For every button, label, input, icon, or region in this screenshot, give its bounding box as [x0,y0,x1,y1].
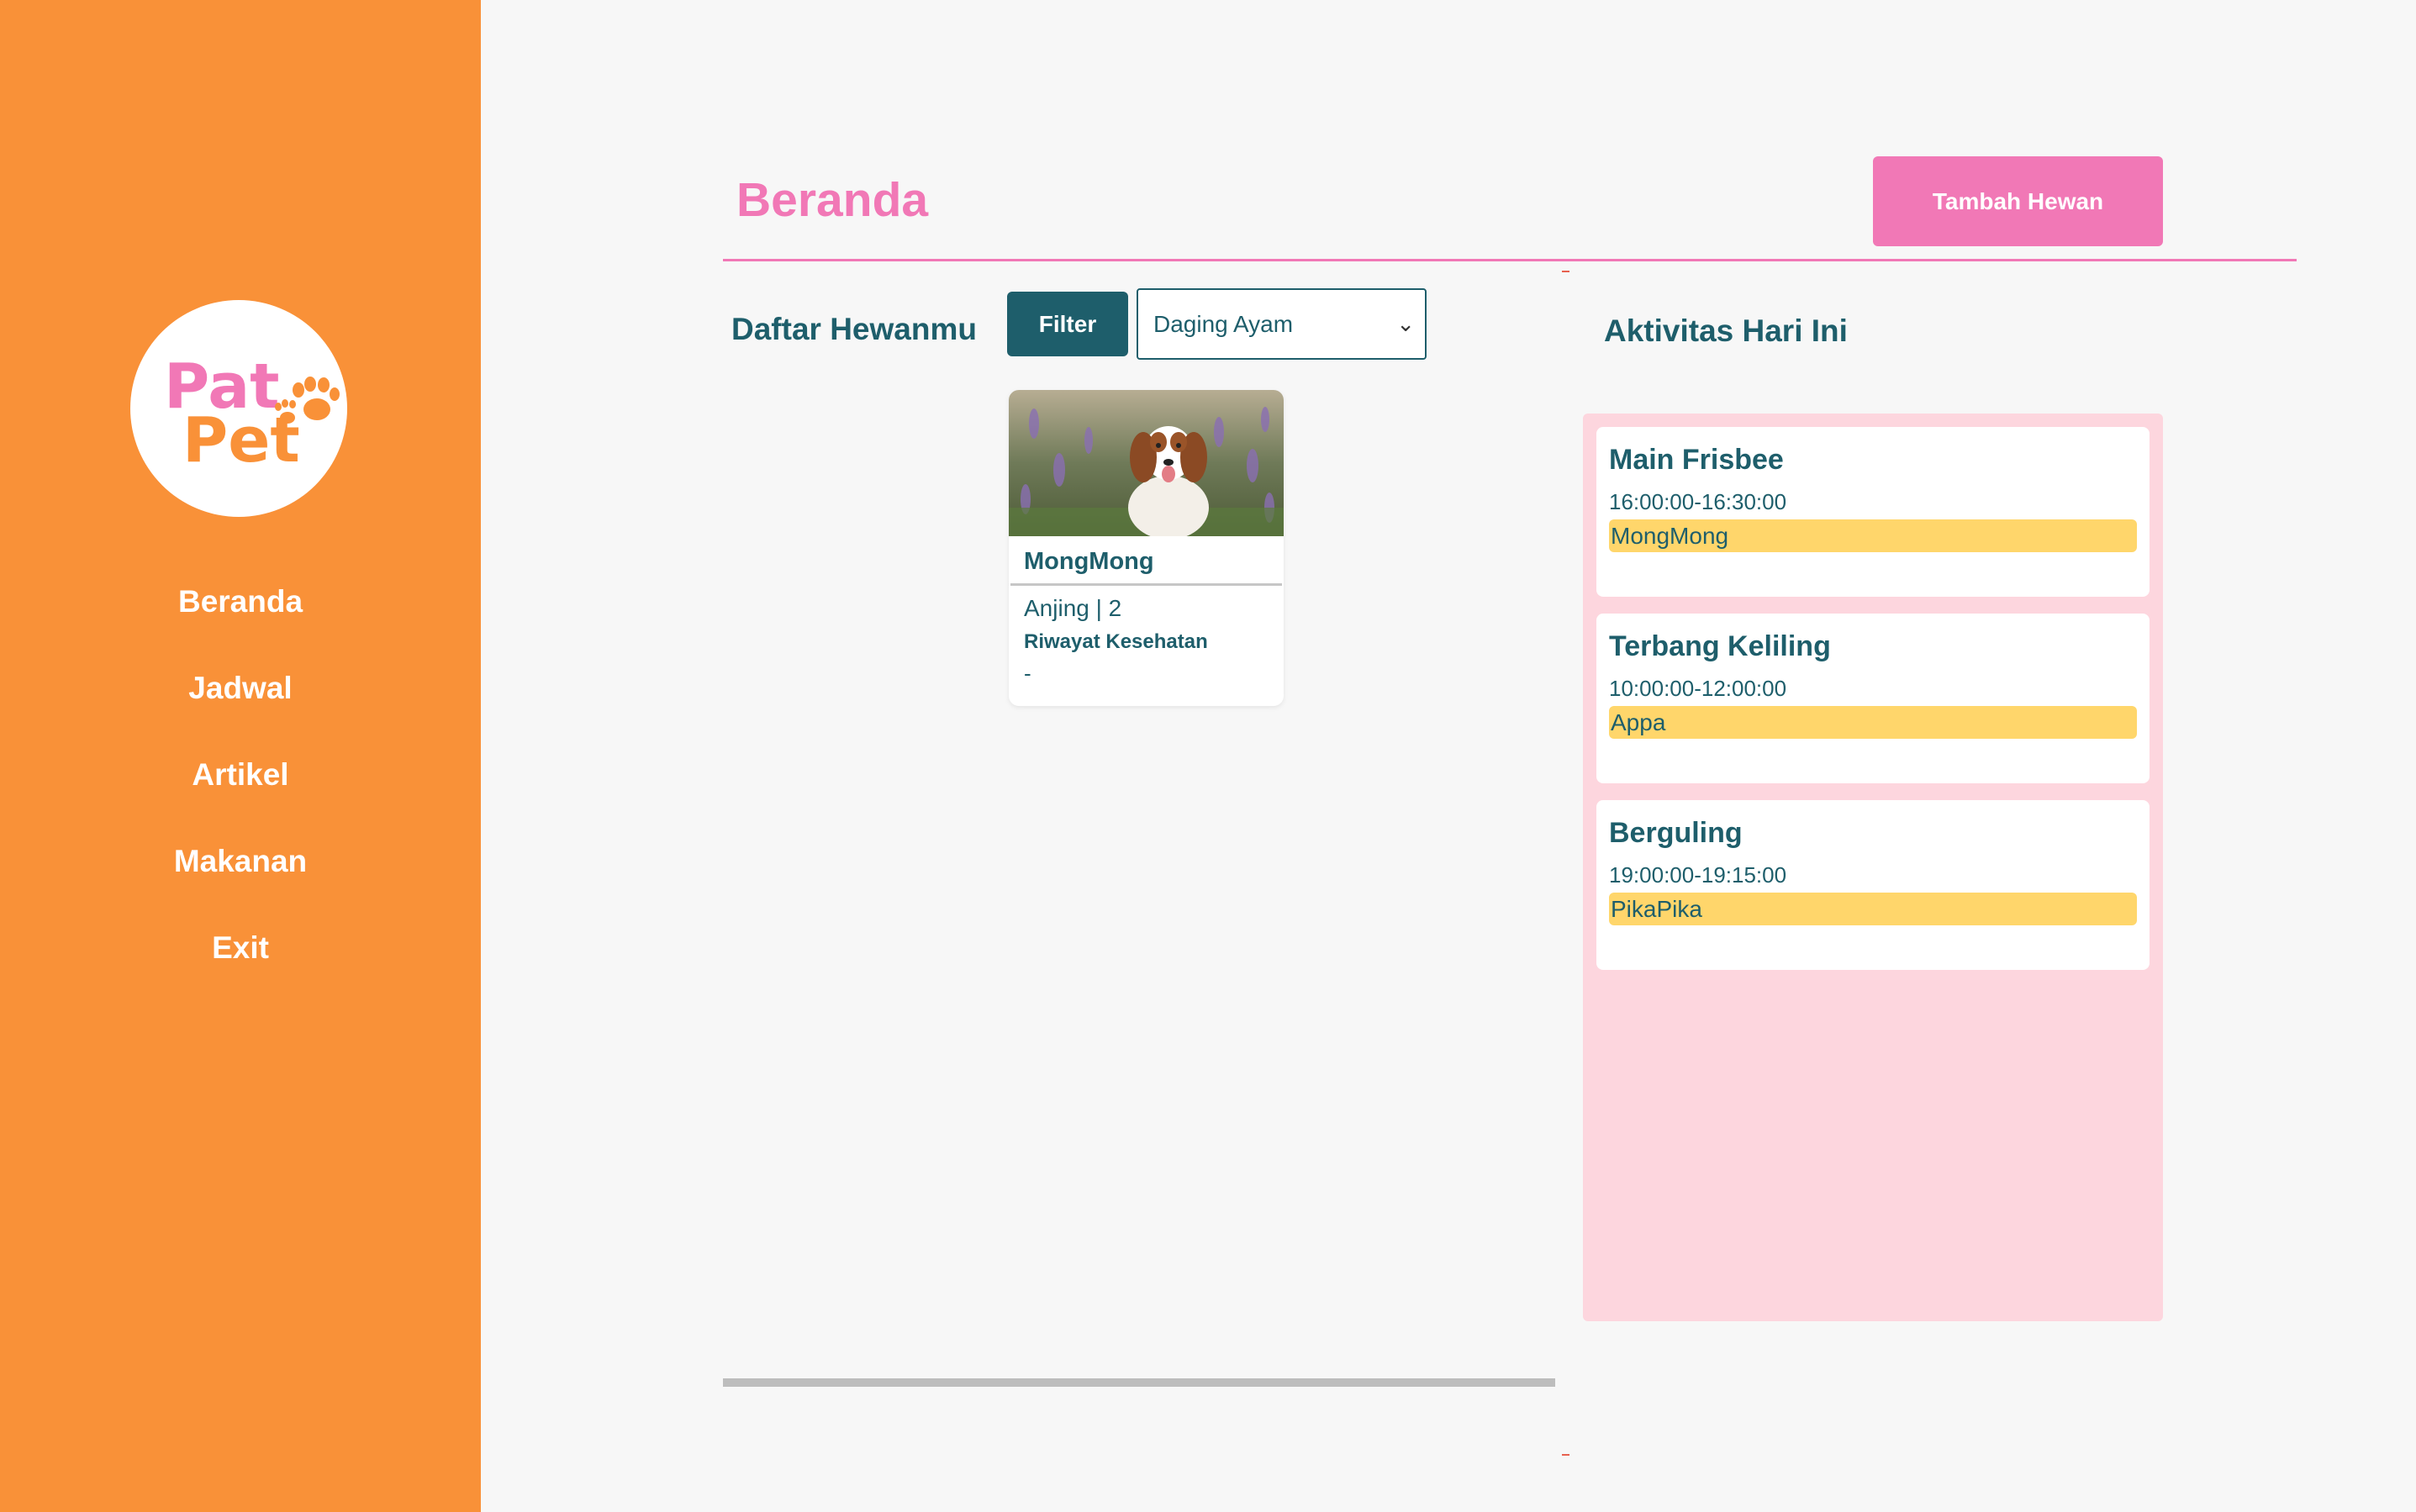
pet-list-title: Daftar Hewanmu [731,312,977,346]
activity-pet-tag: PikaPika [1609,893,2137,925]
add-pet-button[interactable]: Tambah Hewan [1873,156,2163,246]
patpet-logo[interactable]: Pat Pet [130,300,347,517]
pet-card-divider [1010,583,1282,586]
pet-card[interactable]: MongMong Anjing | 2 Riwayat Kesehatan - [1009,390,1284,706]
activity-pet-tag: MongMong [1609,519,2137,552]
activity-time: 10:00:00-12:00:00 [1609,676,1787,701]
header-divider [723,259,2297,261]
activity-card[interactable]: Terbang Keliling 10:00:00-12:00:00 Appa [1596,614,2150,783]
activity-name: Main Frisbee [1609,444,1784,476]
sidebar-item-beranda[interactable]: Beranda [0,572,481,658]
select-value: Daging Ayam [1153,311,1294,337]
activities-title: Aktivitas Hari Ini [1604,313,1848,348]
pet-photo [1009,390,1284,536]
sidebar-item-jadwal[interactable]: Jadwal [0,658,481,745]
activity-panel: Main Frisbee 16:00:00-16:30:00 MongMong … [1583,414,2163,1321]
food-filter-select[interactable]: Daging Ayam ⌄ [1137,288,1427,360]
sidebar-item-makanan[interactable]: Makanan [0,831,481,918]
divider-mark [1562,1454,1569,1456]
activity-time: 16:00:00-16:30:00 [1609,489,1787,514]
divider-mark [1562,271,1569,272]
horizontal-scrollbar[interactable] [723,1378,1555,1387]
pet-name: MongMong [1024,548,1154,575]
activity-name: Berguling [1609,817,1743,849]
sidebar-item-exit[interactable]: Exit [0,918,481,1004]
pet-health-value: - [1024,661,1031,686]
dog-figure [1128,426,1209,536]
sidebar-item-artikel[interactable]: Artikel [0,745,481,831]
filter-button[interactable]: Filter [1007,292,1128,356]
logo-graphic: Pat Pet [164,350,340,477]
activity-card[interactable]: Main Frisbee 16:00:00-16:30:00 MongMong [1596,427,2150,597]
activity-name: Terbang Keliling [1609,630,1831,662]
sidebar: Pat Pet Beranda Jadwal Artikel Makanan E… [0,0,481,1512]
pet-health-label: Riwayat Kesehatan [1024,630,1208,653]
activity-time: 19:00:00-19:15:00 [1609,862,1787,888]
pet-type-age: Anjing | 2 [1024,595,1122,621]
page-title: Beranda [736,173,929,227]
chevron-down-icon: ⌄ [1396,311,1415,336]
sidebar-nav: Beranda Jadwal Artikel Makanan Exit [0,572,481,1004]
activity-card[interactable]: Berguling 19:00:00-19:15:00 PikaPika [1596,800,2150,970]
activity-pet-tag: Appa [1609,706,2137,739]
